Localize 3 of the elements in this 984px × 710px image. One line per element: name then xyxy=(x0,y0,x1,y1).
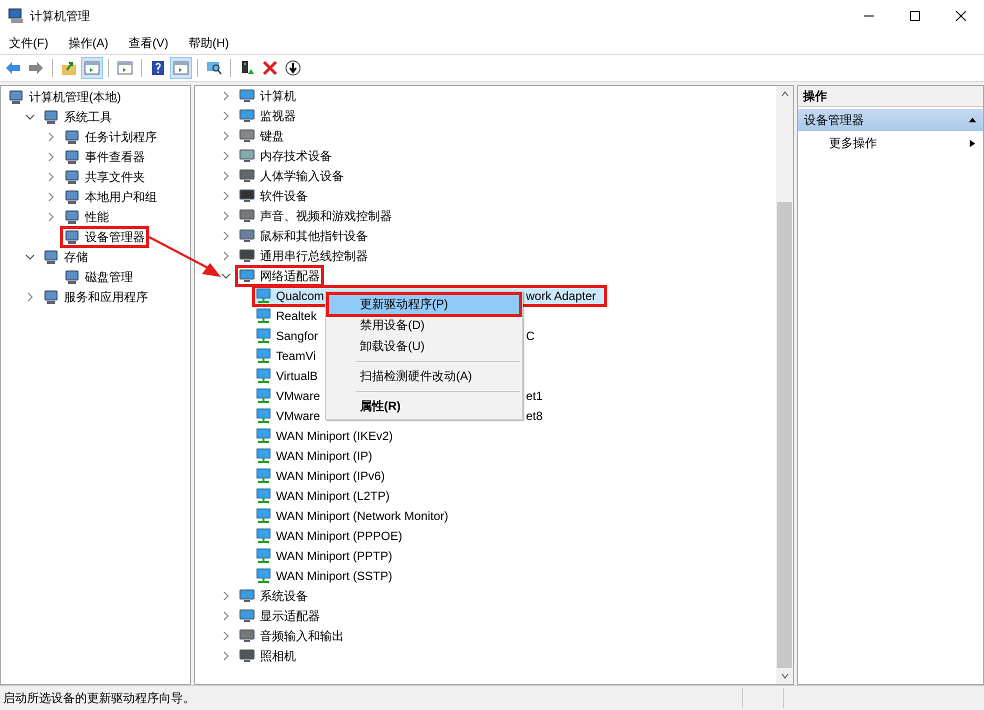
pane-header: 操作 xyxy=(798,86,983,107)
window-title: 计算机管理 xyxy=(30,8,90,24)
status-text: 启动所选设备的更新驱动程序向导。 xyxy=(2,690,196,706)
